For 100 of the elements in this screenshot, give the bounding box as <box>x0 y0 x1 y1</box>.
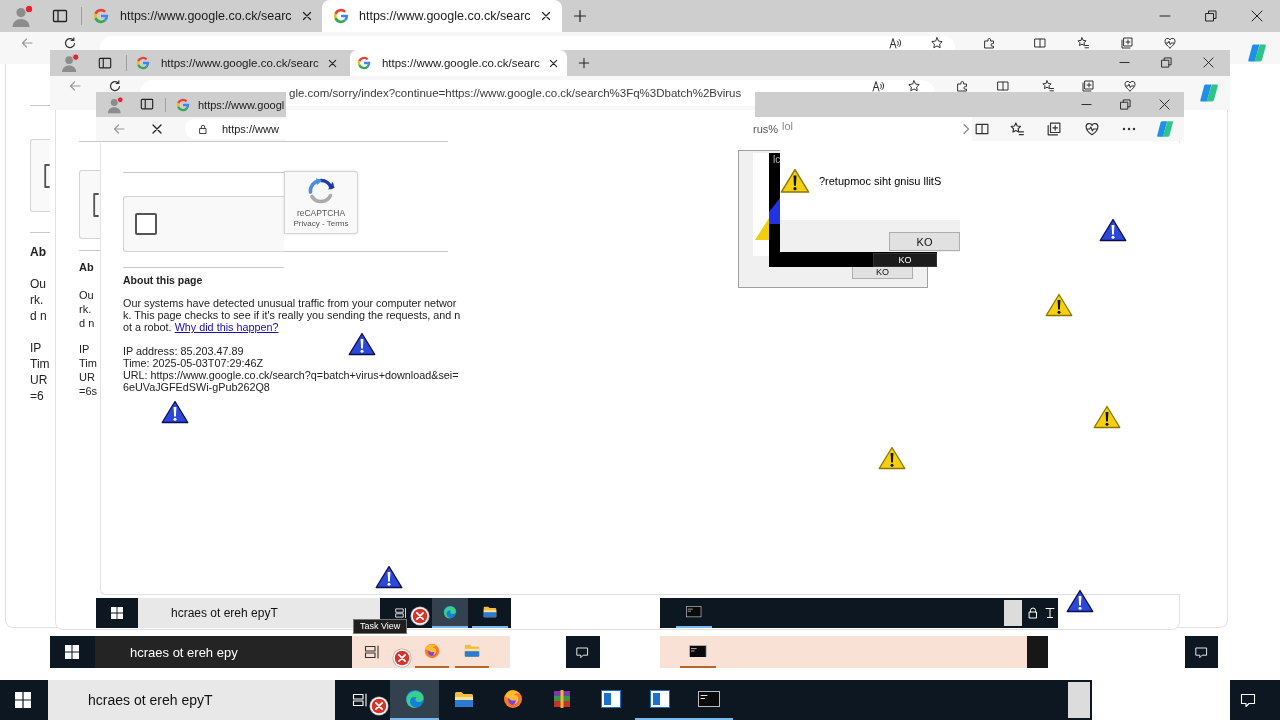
collections-icon[interactable] <box>1082 80 1094 92</box>
close-icon[interactable] <box>1158 99 1170 110</box>
paragraph-fragment: d n <box>79 316 95 330</box>
profile-icon[interactable] <box>10 4 34 28</box>
warning-icon <box>348 332 376 356</box>
heart-pulse-icon[interactable] <box>1124 80 1136 92</box>
sidebar-icon[interactable] <box>97 56 112 70</box>
app-window-icon <box>600 690 621 708</box>
browser-tab[interactable]: https://www.google.co.ck/searc <box>349 50 567 76</box>
notification-icon[interactable] <box>576 645 589 659</box>
favicon-icon <box>176 97 190 112</box>
close-icon[interactable] <box>1202 57 1214 69</box>
checkbox[interactable] <box>93 192 99 217</box>
start-icon[interactable] <box>65 645 79 659</box>
error-icon <box>392 648 412 668</box>
tray-icon[interactable] <box>1028 607 1038 619</box>
extensions-icon[interactable] <box>984 37 996 49</box>
favicon-icon <box>333 8 349 24</box>
lock-icon[interactable] <box>198 124 208 134</box>
warning-icon <box>1099 218 1127 242</box>
address-field[interactable] <box>100 36 955 50</box>
start-icon[interactable] <box>111 607 123 619</box>
folder-icon <box>464 644 480 658</box>
close-tab-icon[interactable] <box>327 58 337 68</box>
archive-icon <box>551 689 572 709</box>
refresh-icon[interactable] <box>64 37 76 49</box>
favorites-icon[interactable] <box>1042 80 1054 92</box>
dialog-button[interactable]: KO <box>889 232 960 251</box>
dialog-message: ?retupmoc siht gnisu llitS <box>818 174 942 187</box>
split-screen-icon[interactable] <box>1034 37 1046 49</box>
browser-tab[interactable]: https://www.google.co.ck/searc <box>322 0 562 32</box>
new-tab-icon[interactable] <box>573 9 587 23</box>
checkbox[interactable] <box>44 163 50 188</box>
copilot-icon[interactable] <box>1156 120 1175 138</box>
favorites-icon[interactable] <box>1077 37 1089 49</box>
favorites-icon[interactable] <box>1010 122 1025 136</box>
detail-fragment: =6s <box>79 384 98 398</box>
captcha-checkbox[interactable] <box>135 213 157 235</box>
detail-fragment: UR <box>30 372 49 388</box>
folder-icon <box>483 606 497 618</box>
heart-pulse-icon[interactable] <box>1085 122 1100 136</box>
notification-icon[interactable] <box>1240 692 1256 708</box>
sidebar-icon[interactable] <box>52 9 68 23</box>
new-tab-icon[interactable] <box>577 57 590 69</box>
restore-icon[interactable] <box>1205 10 1217 22</box>
close-tab-icon[interactable] <box>548 58 558 68</box>
detail-fragment: IP <box>30 340 43 356</box>
terminal-icon <box>697 691 720 707</box>
warning-icon <box>1045 293 1073 317</box>
detail-line: IP address: 85.203.47.89 <box>123 345 245 357</box>
read-aloud-icon[interactable] <box>889 37 901 49</box>
page-heading: About this page <box>123 274 203 286</box>
terminal-icon <box>686 606 702 618</box>
copilot-icon[interactable] <box>1247 43 1267 63</box>
collections-icon[interactable] <box>1121 37 1133 49</box>
copilot-icon[interactable] <box>1199 83 1219 103</box>
sidebar-icon[interactable] <box>140 98 154 111</box>
paragraph-fragment: rk. <box>30 292 45 308</box>
tray-icon[interactable] <box>1045 607 1055 619</box>
captcha-links[interactable]: Privacy - Terms <box>293 219 349 229</box>
terminal-icon <box>689 644 707 658</box>
dialog-title: lol <box>781 119 793 134</box>
refresh-icon[interactable] <box>109 80 121 92</box>
restore-icon[interactable] <box>1119 99 1131 110</box>
favicon-icon <box>93 8 109 24</box>
close-tab-icon[interactable] <box>541 11 551 21</box>
search-field[interactable]: hcraes ot ereh epy <box>95 636 352 668</box>
detail-fragment: =6 <box>30 388 45 404</box>
heart-pulse-icon[interactable] <box>1164 37 1176 49</box>
split-screen-icon[interactable] <box>975 122 990 136</box>
read-aloud-icon[interactable] <box>872 80 884 92</box>
restore-icon[interactable] <box>1160 57 1172 69</box>
page-paragraph: Our systems have detected unusual traffic from your computer network. This page checks to see if it's really you sending the requests, and not a robot. Why did this happen? <box>123 297 461 333</box>
search-field[interactable]: hcraes ot ereh epyT <box>48 680 335 720</box>
detail-fragment: IP <box>79 342 91 356</box>
error-icon <box>410 606 430 626</box>
star-icon[interactable] <box>931 37 943 49</box>
star-icon[interactable] <box>908 80 920 92</box>
split-screen-icon[interactable] <box>997 80 1009 92</box>
stop-icon[interactable] <box>152 124 162 134</box>
folder-icon <box>453 690 474 708</box>
error-icon <box>369 696 389 716</box>
task-view-icon[interactable] <box>364 644 380 660</box>
warning-icon <box>375 565 403 589</box>
captcha-logo-icon <box>306 176 336 206</box>
chevron-icon[interactable] <box>962 123 970 135</box>
more-icon[interactable] <box>1122 127 1137 131</box>
dialog-button[interactable]: KO <box>873 253 937 267</box>
collections-icon[interactable] <box>1047 122 1062 136</box>
browser-icon <box>502 689 523 709</box>
notification-icon[interactable] <box>1195 645 1208 659</box>
paragraph-fragment: d n <box>30 308 47 324</box>
address-field[interactable]: https://www <box>185 119 286 139</box>
extensions-icon[interactable] <box>957 80 969 92</box>
start-icon[interactable] <box>15 692 31 708</box>
help-link[interactable]: Why did this happen? <box>174 321 279 333</box>
browser-tab[interactable]: https://www.google.co.ck/searc <box>127 50 345 76</box>
close-icon[interactable] <box>1251 10 1263 22</box>
browser-tab[interactable]: https://www.google.co.ck/searc <box>85 0 320 32</box>
close-tab-icon[interactable] <box>302 11 312 21</box>
